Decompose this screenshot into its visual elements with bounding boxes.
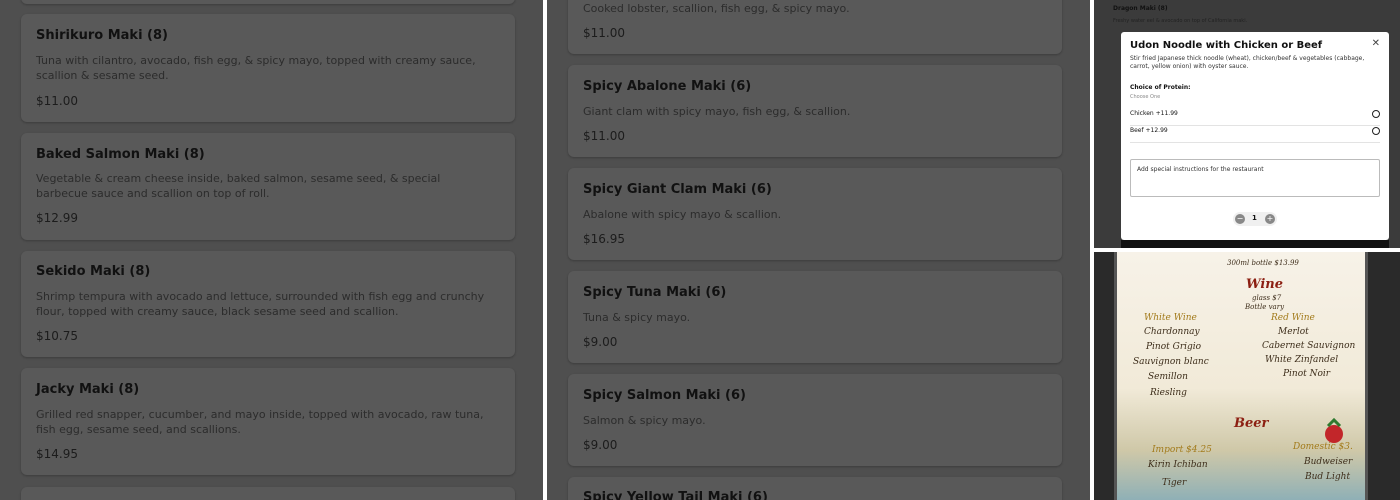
quantity-stepper: − 1 + bbox=[1233, 212, 1277, 226]
white-wine-item: Sauvignon blanc bbox=[1133, 357, 1209, 367]
top-price-line: 300ml bottle $13.99 bbox=[1227, 259, 1299, 267]
option-group-heading: Choice of Protein: bbox=[1130, 84, 1191, 91]
menu-item-description: Vegetable & cream cheese inside, baked s… bbox=[36, 172, 441, 200]
menu-item-price: $14.95 bbox=[36, 447, 78, 461]
white-wine-item: Pinot Grigio bbox=[1146, 342, 1202, 352]
radio-button[interactable] bbox=[1372, 110, 1380, 118]
red-wine-item: Cabernet Sauvignon bbox=[1262, 341, 1356, 351]
import-beer-heading: Import $4.25 bbox=[1152, 445, 1212, 455]
menu-item-card[interactable]: Spicy Yellow Tail Maki (6) bbox=[568, 477, 1062, 500]
red-wine-item: Pinot Noir bbox=[1283, 369, 1331, 379]
menu-item-title: Spicy Yellow Tail Maki (6) bbox=[583, 490, 768, 500]
modal-title: Udon Noodle with Chicken or Beef bbox=[1130, 40, 1323, 51]
menu-item-description: Giant clam with spicy mayo, fish egg, & … bbox=[583, 105, 851, 118]
menu-item-title: Baked Salmon Maki (8) bbox=[36, 147, 205, 162]
menu-item-card[interactable]: Cooked lobster, scallion, fish egg, & sp… bbox=[568, 0, 1062, 54]
option-label: Chicken +11.99 bbox=[1130, 110, 1178, 117]
menu-item-description: Shrimp tempura with avocado and lettuce,… bbox=[36, 290, 485, 318]
red-wine-item: White Zinfandel bbox=[1265, 355, 1339, 365]
menu-item-price: $10.75 bbox=[36, 329, 78, 343]
menu-item-title: Spicy Salmon Maki (6) bbox=[583, 388, 746, 403]
white-wine-item: Semillon bbox=[1148, 372, 1188, 382]
order-modal-screenshot: Dragon Maki (8) Freshy water eel & avoca… bbox=[1094, 0, 1400, 248]
menu-item-card[interactable]: Spicy Abalone Maki (6) Giant clam with s… bbox=[568, 65, 1062, 157]
option-row-chicken[interactable]: Chicken +11.99 bbox=[1130, 110, 1380, 126]
menu-item-price: $12.99 bbox=[36, 211, 78, 225]
menu-item-title: Sekido Maki (8) bbox=[36, 264, 151, 279]
menu-panel-left: Shirikuro Maki (8) Tuna with cilantro, a… bbox=[0, 0, 543, 500]
menu-item-card-partial[interactable] bbox=[21, 487, 515, 500]
menu-item-title: Spicy Abalone Maki (6) bbox=[583, 79, 752, 94]
menu-board: 300ml bottle $13.99 Wine glass $7 Bottle… bbox=[1114, 252, 1368, 500]
menu-item-price: $11.00 bbox=[36, 94, 78, 108]
menu-item-description: Cooked lobster, scallion, fish egg, & sp… bbox=[583, 2, 850, 15]
option-row-beef[interactable]: Beef +12.99 bbox=[1130, 127, 1380, 143]
menu-item-description: Abalone with spicy mayo & scallion. bbox=[583, 208, 782, 221]
import-beer-item: Kirin Ichiban bbox=[1148, 460, 1208, 470]
menu-item-title: Shirikuro Maki (8) bbox=[36, 28, 168, 43]
modal-description: Stir fried Japanese thick noodle (wheat)… bbox=[1130, 55, 1365, 70]
menu-item-card[interactable]: Sekido Maki (8) Shrimp tempura with avoc… bbox=[21, 251, 515, 357]
domestic-beer-item: Bud Light bbox=[1305, 472, 1351, 482]
plus-icon[interactable]: + bbox=[1265, 214, 1275, 224]
wine-heading: Wine bbox=[1246, 277, 1284, 292]
menu-item-card[interactable]: Spicy Tuna Maki (6) Tuna & spicy mayo. $… bbox=[568, 271, 1062, 363]
radio-button[interactable] bbox=[1372, 127, 1380, 135]
menu-panel-middle: Cooked lobster, scallion, fish egg, & sp… bbox=[547, 0, 1090, 500]
wine-bottle-note: Bottle vary bbox=[1245, 303, 1285, 311]
item-options-modal: Udon Noodle with Chicken or Beef ✕ Stir … bbox=[1121, 32, 1389, 240]
quantity-value: 1 bbox=[1252, 214, 1257, 222]
menu-item-title: Spicy Tuna Maki (6) bbox=[583, 285, 727, 300]
menu-item-card[interactable]: Spicy Salmon Maki (6) Salmon & spicy may… bbox=[568, 374, 1062, 466]
menu-item-title: Spicy Giant Clam Maki (6) bbox=[583, 182, 772, 197]
white-wine-item: Chardonnay bbox=[1144, 327, 1200, 337]
background-item-description: Freshy water eel & avocado on top of Cal… bbox=[1113, 18, 1248, 24]
white-wine-item: Riesling bbox=[1150, 388, 1187, 398]
menu-item-description: Tuna & spicy mayo. bbox=[583, 311, 691, 324]
close-icon[interactable]: ✕ bbox=[1372, 38, 1380, 49]
menu-item-description: Salmon & spicy mayo. bbox=[583, 414, 706, 427]
menu-item-price: $9.00 bbox=[583, 438, 618, 452]
special-instructions-input[interactable]: Add special instructions for the restaur… bbox=[1130, 159, 1380, 197]
menu-item-card-partial[interactable] bbox=[21, 0, 515, 4]
red-wine-item: Merlot bbox=[1278, 327, 1309, 337]
white-wine-heading: White Wine bbox=[1144, 313, 1197, 323]
minus-icon[interactable]: − bbox=[1235, 214, 1245, 224]
menu-item-price: $16.95 bbox=[583, 232, 625, 246]
menu-item-price: $9.00 bbox=[583, 335, 618, 349]
menu-item-title: Jacky Maki (8) bbox=[36, 382, 140, 397]
import-beer-item: Tiger bbox=[1162, 478, 1187, 488]
menu-item-description: Tuna with cilantro, avocado, fish egg, &… bbox=[36, 54, 476, 82]
red-wine-heading: Red Wine bbox=[1271, 313, 1315, 323]
option-label: Beef +12.99 bbox=[1130, 127, 1168, 134]
menu-item-description: Grilled red snapper, cucumber, and mayo … bbox=[36, 408, 484, 436]
wine-glass-price: glass $7 bbox=[1252, 294, 1282, 302]
menu-item-price: $11.00 bbox=[583, 26, 625, 40]
option-group-subtitle: Choose One bbox=[1130, 94, 1161, 100]
menu-item-card[interactable]: Baked Salmon Maki (8) Vegetable & cream … bbox=[21, 133, 515, 240]
drinks-menu-photo: 300ml bottle $13.99 Wine glass $7 Bottle… bbox=[1094, 252, 1400, 500]
menu-item-card[interactable]: Shirikuro Maki (8) Tuna with cilantro, a… bbox=[21, 14, 515, 122]
domestic-beer-item: Budweiser bbox=[1304, 457, 1353, 467]
menu-item-price: $11.00 bbox=[583, 129, 625, 143]
background-item-title: Dragon Maki (8) bbox=[1113, 5, 1168, 12]
menu-item-card[interactable]: Jacky Maki (8) Grilled red snapper, cucu… bbox=[21, 368, 515, 475]
beer-heading: Beer bbox=[1234, 416, 1269, 431]
menu-item-card[interactable]: Spicy Giant Clam Maki (6) Abalone with s… bbox=[568, 168, 1062, 260]
modal-footer-bar bbox=[1121, 240, 1389, 248]
strawberry-garnish-icon bbox=[1325, 417, 1343, 443]
